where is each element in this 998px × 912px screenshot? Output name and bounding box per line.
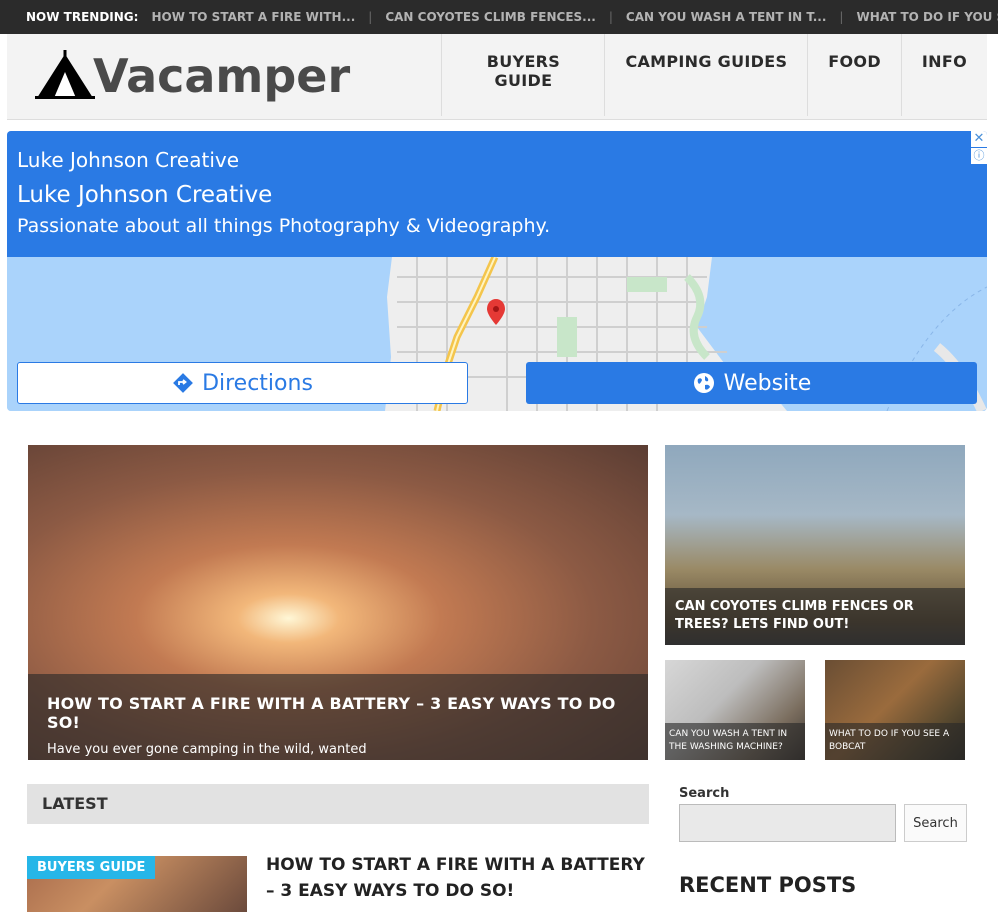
featured-caption: HOW TO START A FIRE WITH A BATTERY – 3 E… [28,674,648,760]
website-button[interactable]: Website [526,362,977,404]
featured-title-washing[interactable]: CAN YOU WASH A TENT IN THE WASHING MACHI… [665,723,805,760]
featured-post-main[interactable]: HOW TO START A FIRE WITH A BATTERY – 3 E… [28,445,648,760]
trending-bar: NOW TRENDING: HOW TO START A FIRE WITH..… [0,0,998,34]
directions-button[interactable]: Directions [17,362,468,404]
post-title[interactable]: HOW TO START A FIRE WITH A BATTERY – 3 E… [266,852,646,904]
info-icon[interactable]: ⓘ [971,148,987,164]
featured-post-washing[interactable]: CAN YOU WASH A TENT IN THE WASHING MACHI… [665,660,805,760]
tent-logo-icon [35,50,95,99]
nav-item-buyers-guide[interactable]: BUYERS GUIDE [441,34,604,116]
recent-posts-heading: RECENT POSTS [679,873,857,897]
search-input[interactable] [679,804,896,842]
featured-title[interactable]: HOW TO START A FIRE WITH A BATTERY – 3 E… [47,694,629,732]
trending-link-1[interactable]: HOW TO START A FIRE WITH... [151,10,355,24]
trending-label: NOW TRENDING: [26,10,139,24]
website-label: Website [723,370,812,396]
site-header: Vacamper BUYERS GUIDE CAMPING GUIDES FOO… [7,34,987,120]
trending-link-2[interactable]: CAN COYOTES CLIMB FENCES... [385,10,596,24]
nav-item-food[interactable]: FOOD [807,34,901,116]
featured-title-bobcat[interactable]: WHAT TO DO IF YOU SEE A BOBCAT [825,723,965,760]
trending-link-4[interactable]: WHAT TO DO IF YOU SEE A ... [856,10,998,24]
globe-icon [693,373,714,393]
close-icon[interactable]: ✕ [971,131,987,147]
nav-item-info[interactable]: INFO [900,34,987,116]
search-button[interactable]: Search [904,804,967,842]
directions-label: Directions [202,370,313,396]
advertisement[interactable]: Luke Johnson Creative Luke Johnson Creat… [7,131,987,411]
site-logo[interactable]: Vacamper [35,50,350,102]
ad-advertiser: Luke Johnson Creative [17,148,240,172]
featured-excerpt: Have you ever gone camping in the wild, … [47,742,367,757]
trending-separator: | [368,10,373,24]
nav-item-camping-guides[interactable]: CAMPING GUIDES [604,34,807,116]
ad-headline: Luke Johnson Creative [17,182,273,208]
trending-separator: | [839,10,844,24]
latest-heading: LATEST [27,784,649,824]
featured-title-coyote[interactable]: CAN COYOTES CLIMB FENCES OR TREES? LETS … [665,588,965,645]
main-nav: BUYERS GUIDE CAMPING GUIDES FOOD INFO [441,34,987,116]
directions-icon [173,373,193,393]
post-thumbnail[interactable]: BUYERS GUIDE [27,856,247,912]
ad-description: Passionate about all things Photography … [17,215,551,237]
featured-post-coyote[interactable]: CAN COYOTES CLIMB FENCES OR TREES? LETS … [665,445,965,645]
page: NOW TRENDING: HOW TO START A FIRE WITH..… [0,0,998,912]
trending-link-3[interactable]: CAN YOU WASH A TENT IN T... [626,10,827,24]
trending-separator: | [608,10,613,24]
category-badge[interactable]: BUYERS GUIDE [27,856,156,879]
ad-banner: Luke Johnson Creative Luke Johnson Creat… [7,131,987,257]
featured-post-bobcat[interactable]: WHAT TO DO IF YOU SEE A BOBCAT [825,660,965,760]
search-label: Search [679,786,730,801]
logo-text: Vacamper [93,49,351,103]
